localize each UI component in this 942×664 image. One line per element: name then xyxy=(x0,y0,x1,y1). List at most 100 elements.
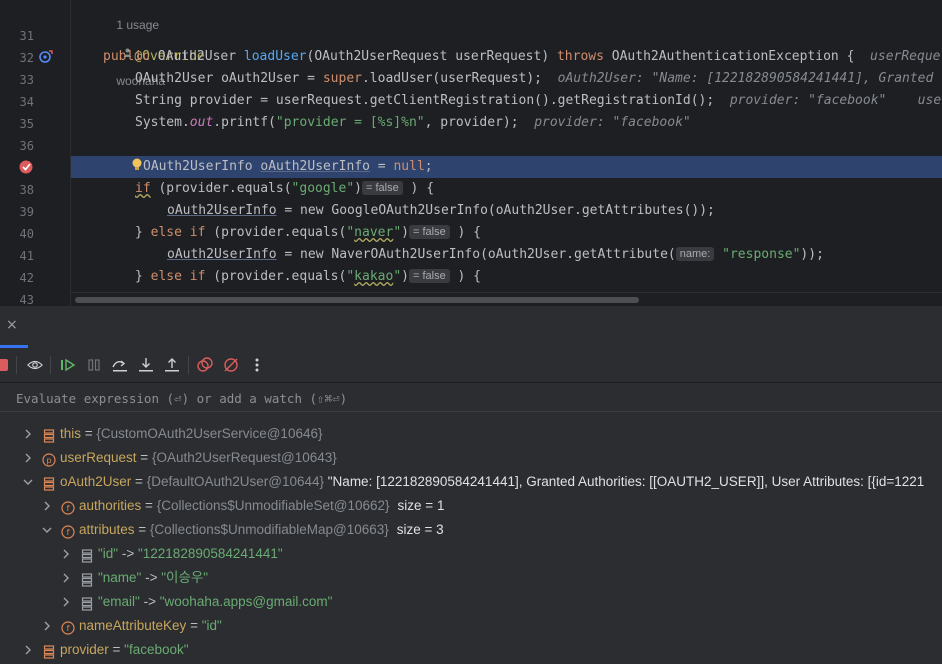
variable-icon xyxy=(42,643,56,659)
code-line-32[interactable]: public OAuth2User loadUser(OAuth2UserReq… xyxy=(71,46,942,68)
toolbar-separator xyxy=(16,356,17,374)
map-value: "122182890584241441" xyxy=(137,546,283,561)
evaluate-expression-input[interactable] xyxy=(0,383,942,413)
code-text: .loadUser(userRequest); xyxy=(361,71,558,86)
pause-icon[interactable] xyxy=(86,357,102,373)
keyword: if xyxy=(135,181,151,196)
variable-name: attributes xyxy=(79,522,135,537)
variable-row[interactable]: this = {CustomOAuth2UserService@10646} xyxy=(0,422,942,446)
variable-value: {CustomOAuth2UserService@10646} xyxy=(96,426,323,441)
more-icon[interactable] xyxy=(249,357,265,373)
string-literal: " xyxy=(393,269,402,284)
debug-toolbar xyxy=(0,348,942,383)
chevron-right-icon[interactable] xyxy=(22,422,34,446)
chevron-right-icon[interactable] xyxy=(41,494,53,518)
chevron-right-icon[interactable] xyxy=(60,590,72,614)
variable-icon xyxy=(80,571,94,587)
parameter-name-hint: name: xyxy=(675,247,715,261)
equals-sign: = xyxy=(108,642,125,657)
code-text: (provider.equals( xyxy=(205,225,347,240)
equals-sign: = xyxy=(131,474,147,489)
stop-icon[interactable] xyxy=(0,357,10,373)
code-line-39[interactable]: oAuth2UserInfo = new GoogleOAuth2UserInf… xyxy=(71,200,942,222)
map-key: "name" xyxy=(98,570,142,585)
code-line-35[interactable]: System.out.printf("provider = [%s]%n", p… xyxy=(71,112,942,134)
variable-row[interactable]: provider = "facebook" xyxy=(0,638,942,662)
step-into-icon[interactable] xyxy=(138,357,154,373)
code-text: System. xyxy=(135,115,190,130)
string-literal: " xyxy=(393,225,402,240)
code-text: ) xyxy=(401,225,409,240)
scrollbar-thumb[interactable] xyxy=(75,297,639,303)
chevron-right-icon[interactable] xyxy=(22,638,34,662)
code-text: ; xyxy=(424,159,433,174)
step-out-icon[interactable] xyxy=(164,357,180,373)
code-text: ) { xyxy=(402,181,435,196)
variable-value: {Collections$UnmodifiableSet@10662} xyxy=(156,498,390,513)
code-line-33[interactable]: OAuth2User oAuth2User = super.loadUser(u… xyxy=(71,68,942,90)
map-value: "woohaha.apps@gmail.com" xyxy=(159,594,333,609)
close-icon[interactable]: × xyxy=(6,317,18,333)
code-line-38[interactable]: if (provider.equals("google") = false ) { xyxy=(71,178,942,200)
string-literal: "google" xyxy=(291,181,355,196)
chevron-right-icon[interactable] xyxy=(60,542,72,566)
variable-icon xyxy=(80,595,94,611)
code-line-42[interactable]: } else if (provider.equals("kakao") = fal… xyxy=(71,266,942,288)
string-literal: kakao xyxy=(354,269,394,284)
chevron-down-icon[interactable] xyxy=(22,470,34,494)
map-arrow: -> xyxy=(139,594,160,609)
map-value: "이승우" xyxy=(161,570,209,585)
resume-icon[interactable] xyxy=(60,357,76,373)
code-line-31[interactable]: @Override xyxy=(71,24,942,64)
variable-row[interactable]: f nameAttributeKey = "id" xyxy=(0,614,942,638)
line-number: 32 xyxy=(19,51,34,65)
code-text: = new GoogleOAuth2UserInfo(oAuth2User.ge… xyxy=(276,203,715,218)
chevron-right-icon[interactable] xyxy=(22,446,34,470)
mute-breakpoints-icon[interactable] xyxy=(223,357,239,373)
view-breakpoints-icon[interactable] xyxy=(27,357,43,373)
breakpoint-icon[interactable] xyxy=(18,159,36,175)
code-line-40[interactable]: } else if (provider.equals("naver") = fal… xyxy=(71,222,942,244)
line-number: 36 xyxy=(19,139,34,153)
svg-text:f: f xyxy=(67,528,70,537)
variable-row[interactable]: p userRequest = {OAuth2UserRequest@10643… xyxy=(0,446,942,470)
view-breakpoints-list-icon[interactable] xyxy=(197,357,213,373)
equals-sign: = xyxy=(134,522,150,537)
variable-row[interactable]: f attributes = {Collections$Unmodifiable… xyxy=(0,518,942,542)
code-text: = new NaverOAuth2UserInfo(oAuth2User.get… xyxy=(276,247,676,262)
variable-row[interactable]: oAuth2User = {DefaultOAuth2User@10644} "… xyxy=(0,470,942,494)
variable-row[interactable]: f authorities = {Collections$Unmodifiabl… xyxy=(0,494,942,518)
override-gutter-icon[interactable] xyxy=(38,50,54,64)
map-entry-row[interactable]: "name" -> "이승우" xyxy=(0,566,942,590)
string-literal: naver xyxy=(354,225,394,240)
code-line-37-current[interactable]: OAuth2UserInfo oAuth2UserInfo = null; xyxy=(71,156,942,178)
line-gutter[interactable]: 31 32 33 34 35 36 37 38 39 40 41 42 43 xyxy=(0,0,70,306)
code-text: OAuth2User oAuth2User = xyxy=(135,71,323,86)
equals-sign: = xyxy=(186,618,202,633)
map-entry-row[interactable]: "email" -> "woohaha.apps@gmail.com" xyxy=(0,590,942,614)
collection-size: size = 1 xyxy=(397,498,445,513)
step-over-icon[interactable] xyxy=(112,357,128,373)
bulb-icon[interactable] xyxy=(131,158,143,172)
line-number: 34 xyxy=(19,95,34,109)
chevron-down-icon[interactable] xyxy=(41,518,53,542)
code-text: } xyxy=(135,225,151,240)
equals-sign: = xyxy=(136,450,152,465)
code-text: OAuth2User xyxy=(149,49,244,64)
code-text: = xyxy=(369,159,394,174)
code-text: ) { xyxy=(449,269,482,284)
horizontal-scrollbar[interactable] xyxy=(71,292,942,306)
code-line-41[interactable]: oAuth2UserInfo = new NaverOAuth2UserInfo… xyxy=(71,244,942,266)
field-icon: f xyxy=(61,523,75,539)
code-line-34[interactable]: String provider = userRequest.getClientR… xyxy=(71,90,942,112)
variable-value: "id" xyxy=(201,618,222,633)
variables-tree[interactable]: this = {CustomOAuth2UserService@10646} p… xyxy=(0,412,942,664)
code-text: OAuth2AuthenticationException { xyxy=(603,49,871,64)
chevron-right-icon[interactable] xyxy=(41,614,53,638)
code-editor[interactable]: 31 32 33 34 35 36 37 38 39 40 41 42 43 1… xyxy=(0,0,942,306)
toolbar-separator xyxy=(50,356,51,374)
chevron-right-icon[interactable] xyxy=(60,566,72,590)
map-arrow: -> xyxy=(141,570,162,585)
local-variable: oAuth2UserInfo xyxy=(260,159,370,174)
map-entry-row[interactable]: "id" -> "122182890584241441" xyxy=(0,542,942,566)
